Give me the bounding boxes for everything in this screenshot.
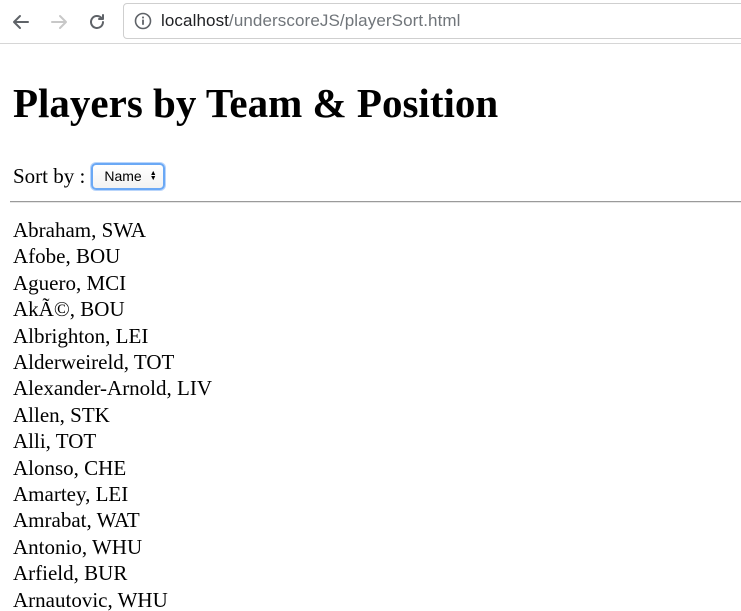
player-item: Amartey, LEI — [13, 482, 129, 507]
address-bar[interactable]: localhost/underscoreJS/playerSort.html — [123, 3, 741, 39]
sort-select[interactable]: Name ▲ ▼ — [91, 162, 165, 190]
player-item: Alonso, CHE — [13, 455, 127, 480]
info-icon[interactable] — [134, 12, 152, 30]
player-item: Alli, TOT — [13, 429, 97, 454]
url-path: /underscoreJS/playerSort.html — [229, 11, 461, 30]
player-item: Antonio, WHU — [13, 534, 143, 559]
browser-toolbar: localhost/underscoreJS/playerSort.html — [0, 0, 741, 44]
player-item: Afobe, BOU — [13, 244, 121, 269]
player-item: Amrabat, WAT — [13, 508, 140, 533]
divider — [10, 201, 741, 203]
player-item: Arfield, BUR — [13, 561, 128, 586]
player-item: AkÃ©, BOU — [13, 297, 125, 322]
sort-select-value: Name — [104, 168, 142, 184]
url-host: localhost — [161, 11, 229, 30]
forward-arrow-icon — [51, 14, 67, 29]
page-title: Players by Team & Position — [13, 80, 499, 126]
sort-row: Sort by : Name ▲ ▼ — [13, 162, 165, 190]
reload-icon — [90, 13, 104, 29]
player-item: Aguero, MCI — [13, 270, 127, 295]
player-item: Arnautovic, WHU — [13, 587, 168, 611]
select-arrows-icon: ▲ ▼ — [149, 170, 157, 182]
player-item: Albrighton, LEI — [13, 323, 149, 348]
forward-button[interactable] — [42, 5, 76, 39]
player-item: Allen, STK — [13, 402, 110, 427]
player-list: Abraham, SWA Afobe, BOU Aguero, MCI AkÃ©… — [13, 217, 212, 611]
back-button[interactable] — [4, 5, 38, 39]
player-item: Alderweireld, TOT — [13, 350, 175, 375]
player-item: Abraham, SWA — [13, 218, 146, 242]
player-item: Alexander-Arnold, LIV — [13, 376, 213, 401]
url-text[interactable]: localhost/underscoreJS/playerSort.html — [161, 11, 461, 31]
reload-button[interactable] — [80, 5, 114, 39]
sort-label: Sort by : — [13, 163, 86, 188]
back-arrow-icon — [13, 14, 29, 29]
page-content: Players by Team & Position Sort by : Nam… — [0, 45, 741, 611]
